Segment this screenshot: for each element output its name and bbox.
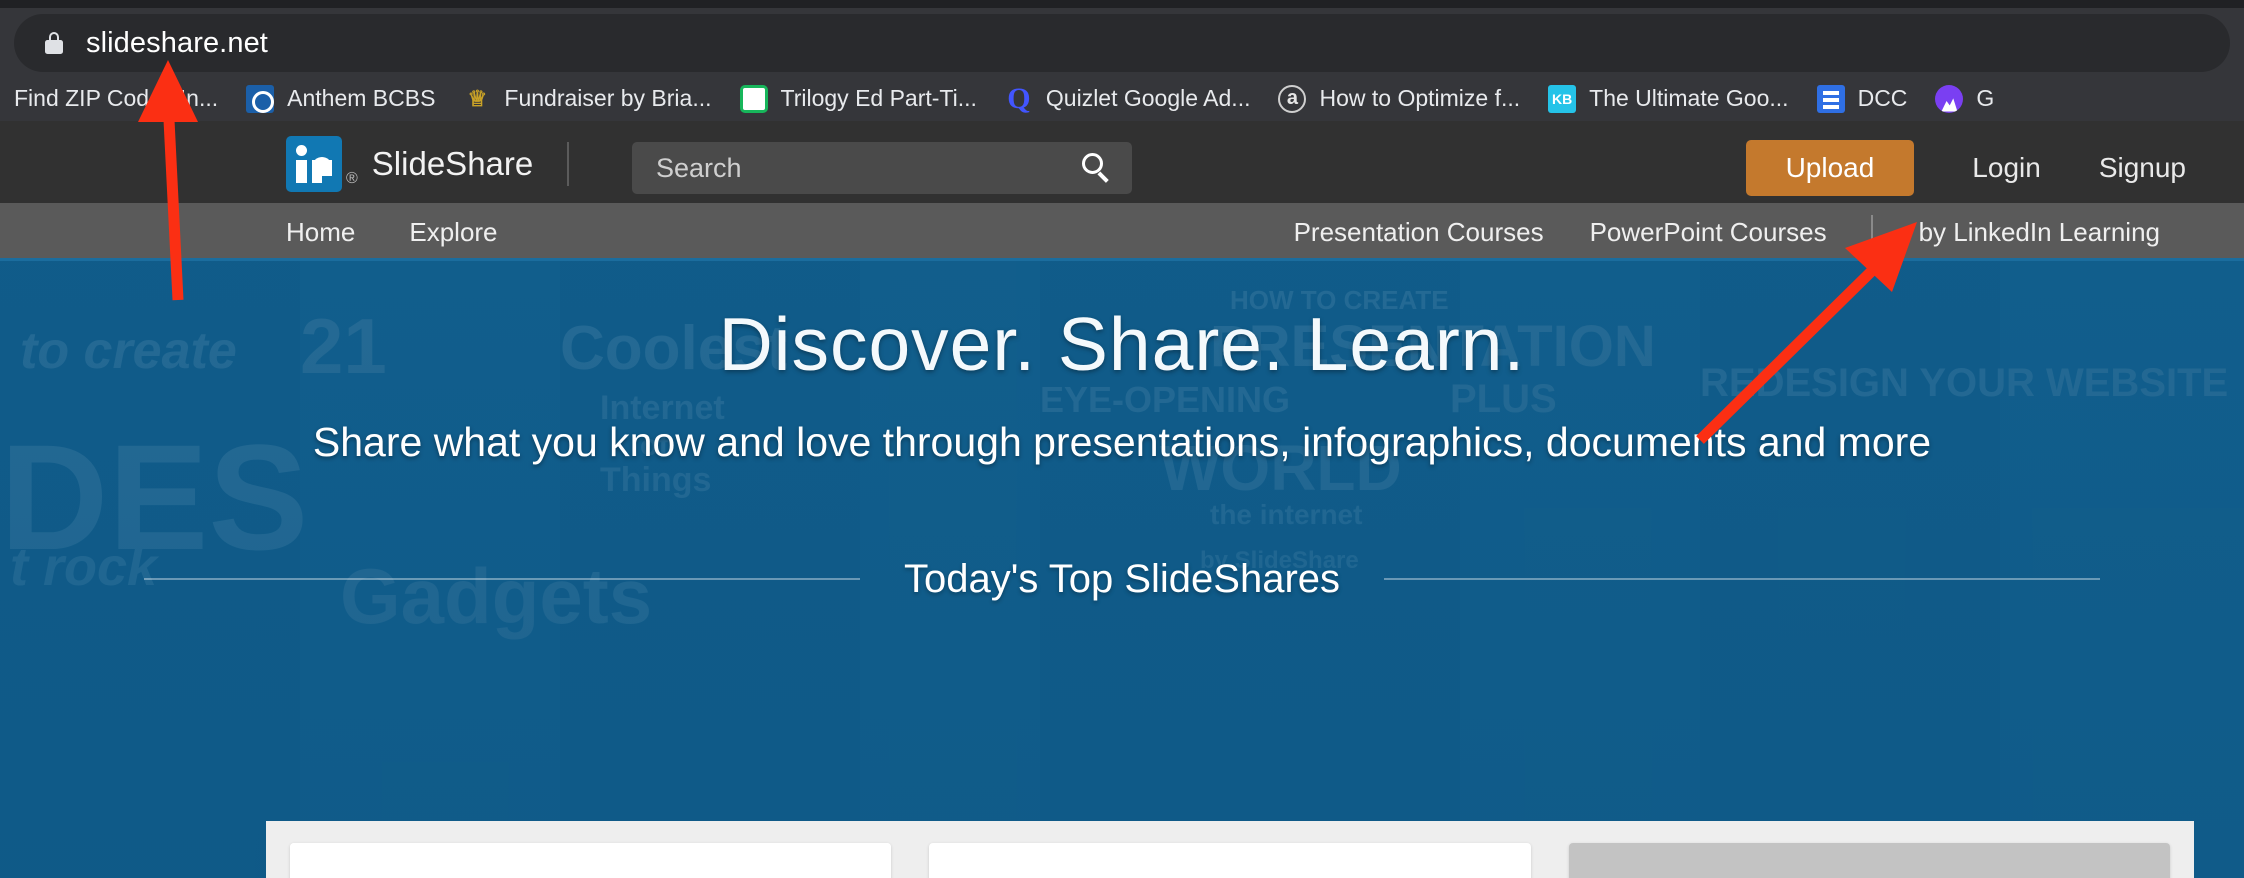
bookmark-label: Anthem BCBS bbox=[287, 85, 436, 111]
bookmark-anthem-bcbs[interactable]: Anthem BCBS bbox=[232, 76, 449, 121]
kb-icon: KB bbox=[1548, 84, 1577, 113]
login-link[interactable]: Login bbox=[1972, 152, 2041, 184]
bookmark-how-to-optimize[interactable]: a How to Optimize f... bbox=[1264, 76, 1534, 121]
top-slideshares-carousel: Powered by Ogilvy Consulting bbox=[266, 821, 2194, 878]
slideshare-card-ogilvy[interactable]: Powered by Ogilvy Consulting bbox=[290, 843, 892, 878]
anthem-icon bbox=[246, 84, 275, 113]
crown-icon: ♕ bbox=[467, 85, 488, 111]
bookmark-label: Fundraiser by Bria... bbox=[504, 85, 712, 111]
brand-group[interactable]: ® SlideShare bbox=[286, 136, 570, 192]
rule-left bbox=[143, 578, 860, 580]
bookmark-fundraiser[interactable]: ♕ Fundraiser by Bria... bbox=[449, 76, 725, 121]
card-white-area bbox=[290, 843, 892, 878]
purple-mountain-icon bbox=[1935, 84, 1964, 113]
bookmark-trilogy-ed[interactable]: Trilogy Ed Part-Ti... bbox=[726, 76, 991, 121]
bookmark-label: DCC bbox=[1857, 85, 1908, 111]
bookmark-dcc[interactable]: DCC bbox=[1803, 76, 1922, 121]
nav-item-powerpoint-courses[interactable]: PowerPoint Courses bbox=[1590, 217, 1827, 248]
section-heading: Today's Top SlideShares bbox=[0, 549, 2244, 609]
browser-chrome: slideshare.net Find ZIP Codes In... Anth… bbox=[0, 0, 2244, 121]
nav-left-group: Home Explore bbox=[286, 203, 552, 261]
upload-button[interactable]: Upload bbox=[1745, 140, 1915, 196]
url-bar[interactable]: slideshare.net bbox=[14, 14, 2230, 72]
linkedin-in-logo bbox=[286, 136, 342, 192]
nav-right-group: Presentation Courses PowerPoint Courses … bbox=[1248, 203, 2160, 261]
omnibox-row: slideshare.net bbox=[0, 8, 2244, 76]
bookmark-label: Quizlet Google Ad... bbox=[1045, 85, 1251, 111]
secondary-nav: Home Explore Presentation Courses PowerP… bbox=[0, 203, 2244, 261]
rule-right bbox=[1384, 578, 2101, 580]
bookmark-label: How to Optimize f... bbox=[1319, 85, 1521, 111]
search-icon[interactable] bbox=[1082, 153, 1110, 183]
hero-title: Discover. Share. Learn. bbox=[718, 302, 1526, 386]
trilogy-icon bbox=[739, 84, 768, 113]
search-box[interactable] bbox=[632, 142, 1132, 194]
lock-icon bbox=[44, 31, 64, 55]
bookmark-find-zip-codes[interactable]: Find ZIP Codes In... bbox=[0, 76, 232, 121]
bookmark-label: G bbox=[1976, 85, 1995, 111]
nav-item-presentation-courses[interactable]: Presentation Courses bbox=[1294, 217, 1544, 248]
slideshare-card-sports[interactable] bbox=[929, 843, 1531, 878]
slideshare-card-placeholder[interactable] bbox=[1568, 843, 2170, 878]
hero-subtitle: Share what you know and love through pre… bbox=[312, 419, 1932, 465]
signup-link[interactable]: Signup bbox=[2099, 152, 2186, 184]
dcc-icon bbox=[1816, 84, 1845, 113]
header-actions: Upload Login Signup bbox=[1745, 140, 2186, 196]
nav-item-explore[interactable]: Explore bbox=[409, 217, 497, 248]
nav-item-linkedin-learning[interactable]: by LinkedIn Learning bbox=[1919, 217, 2160, 248]
hero-section: to createDESt rock21CoolestInternetofThi… bbox=[0, 261, 2244, 878]
url-text: slideshare.net bbox=[86, 26, 268, 59]
bookmark-overflow[interactable]: G bbox=[1921, 76, 2008, 121]
bookmark-the-ultimate-goo[interactable]: KB The Ultimate Goo... bbox=[1534, 76, 1802, 121]
quizlet-icon: Q bbox=[1007, 84, 1031, 113]
nav-item-home[interactable]: Home bbox=[286, 217, 355, 248]
bookmark-label: Trilogy Ed Part-Ti... bbox=[780, 85, 977, 111]
search-input[interactable] bbox=[632, 152, 1032, 184]
amazon-icon: a bbox=[1278, 84, 1307, 113]
section-title: Today's Top SlideShares bbox=[903, 556, 1341, 601]
nav-underline bbox=[0, 258, 2244, 261]
brand-name: SlideShare bbox=[371, 145, 534, 182]
bookmark-label: The Ultimate Goo... bbox=[1589, 85, 1789, 111]
bookmark-quizlet[interactable]: Q Quizlet Google Ad... bbox=[991, 76, 1265, 121]
tab-strip bbox=[0, 0, 2244, 8]
registered-mark: ® bbox=[346, 170, 358, 187]
bookmark-label: Find ZIP Codes In... bbox=[14, 85, 219, 111]
site-header: ® SlideShare Upload Login Signup bbox=[0, 121, 2244, 203]
slideshare-page: ® SlideShare Upload Login Signup Home Ex… bbox=[0, 121, 2244, 878]
brand-divider bbox=[567, 142, 570, 186]
bookmarks-bar: Find ZIP Codes In... Anthem BCBS ♕ Fundr… bbox=[0, 76, 2244, 121]
nav-divider bbox=[1870, 215, 1873, 249]
